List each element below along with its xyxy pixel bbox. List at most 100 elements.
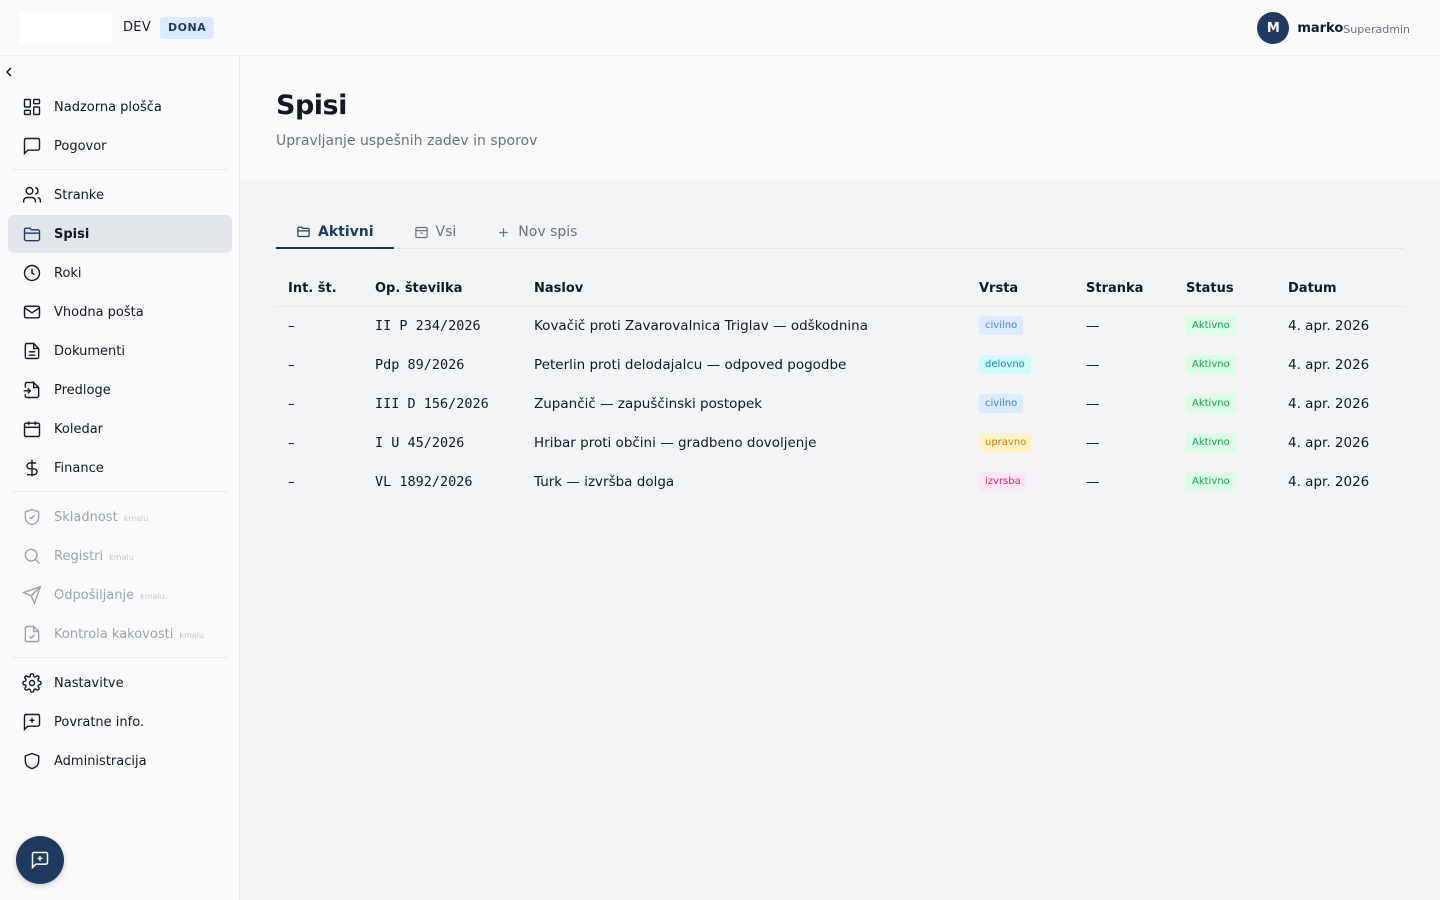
- gear-icon: [22, 673, 42, 693]
- table-header-row: Int. št. Op. številka Naslov Vrsta Stran…: [276, 272, 1404, 307]
- sidebar-item-label: Administracija: [54, 753, 147, 769]
- calendar-icon: [23, 421, 41, 438]
- environment-badge: DONA: [160, 17, 215, 39]
- type-badge: civilno: [979, 394, 1024, 413]
- environment-label: DEV: [123, 20, 152, 35]
- column-header[interactable]: Int. št.: [276, 272, 363, 307]
- sidebar-item-label: Roki: [54, 265, 82, 281]
- tab-label: Nov spis: [518, 224, 578, 240]
- sidebar-divider: [12, 491, 228, 492]
- chat-assistant-button[interactable]: [16, 836, 64, 884]
- sidebar-item-nastavitve[interactable]: Nastavitve: [8, 664, 232, 702]
- status-badge: Aktivno: [1186, 433, 1236, 452]
- sidebar-item-label: Finance: [54, 460, 104, 476]
- feedback-icon: [31, 851, 49, 870]
- cases-table: Int. št. Op. številka Naslov Vrsta Stran…: [276, 272, 1404, 501]
- tab-aktivni[interactable]: Aktivni: [276, 216, 394, 249]
- coming-soon-label: kmalu: [140, 592, 165, 601]
- cell-client: —: [1086, 395, 1100, 412]
- column-header[interactable]: Naslov: [522, 272, 967, 307]
- cell-date: 4. apr. 2026: [1288, 434, 1370, 451]
- cell-int-number: –: [288, 473, 295, 490]
- table-row[interactable]: – VL 1892/2026 Turk — izvršba dolga izvr…: [276, 462, 1404, 501]
- shield-check-icon: [24, 508, 40, 526]
- sidebar-item-vhodna-posta[interactable]: Vhodna pošta: [8, 293, 232, 331]
- sidebar-item-label: Nastavitve: [54, 675, 124, 691]
- sidebar-item-label: Spisi: [54, 226, 90, 242]
- table-row[interactable]: – Pdp 89/2026 Peterlin proti delodajalcu…: [276, 345, 1404, 384]
- logo[interactable]: [20, 12, 112, 44]
- table-row[interactable]: – III D 156/2026 Zupančič — zapuščinski …: [276, 384, 1404, 423]
- table-row[interactable]: – II P 234/2026 Kovačič proti Zavarovaln…: [276, 306, 1404, 345]
- user-menu[interactable]: M marko Superadmin: [1257, 12, 1410, 44]
- cell-title[interactable]: Zupančič — zapuščinski postopek: [522, 384, 967, 423]
- sidebar-item-odposiljanje: Odpošiljanje kmalu: [8, 576, 232, 614]
- cell-date: 4. apr. 2026: [1288, 395, 1370, 412]
- sidebar-item-pogovor[interactable]: Pogovor: [8, 127, 232, 165]
- sidebar-item-finance[interactable]: Finance: [8, 449, 232, 487]
- tab-nov-spis[interactable]: Nov spis: [476, 216, 597, 248]
- column-header[interactable]: Datum: [1276, 272, 1404, 307]
- sidebar-item-label: Predloge: [54, 382, 111, 398]
- sidebar-item-label: Pogovor: [54, 138, 107, 154]
- cell-client: —: [1086, 434, 1100, 451]
- cell-date: 4. apr. 2026: [1288, 317, 1370, 334]
- sidebar-item-nadzorna-plosca[interactable]: Nadzorna plošča: [8, 88, 232, 126]
- column-header[interactable]: Status: [1174, 272, 1276, 307]
- cell-int-number: –: [288, 434, 295, 451]
- column-header[interactable]: Op. številka: [363, 272, 522, 307]
- shield-icon: [24, 752, 40, 770]
- file-check-icon: [24, 625, 40, 643]
- search-icon: [24, 548, 41, 565]
- collapse-sidebar-icon[interactable]: [3, 66, 15, 78]
- sidebar-item-administracija[interactable]: Administracija: [8, 742, 232, 780]
- users-icon: [22, 186, 42, 203]
- cell-title[interactable]: Kovačič proti Zavarovalnica Triglav — od…: [522, 306, 967, 345]
- status-badge: Aktivno: [1186, 355, 1236, 374]
- column-header[interactable]: Stranka: [1074, 272, 1174, 307]
- sidebar-item-stranke[interactable]: Stranke: [8, 176, 232, 214]
- table-row[interactable]: – I U 45/2026 Hribar proti občini — grad…: [276, 423, 1404, 462]
- type-badge: izvrsba: [979, 472, 1027, 491]
- type-badge: delovno: [979, 355, 1031, 374]
- sidebar-item-label: Vhodna pošta: [54, 304, 144, 320]
- sidebar-divider: [12, 657, 228, 658]
- cell-op-number: Pdp 89/2026: [375, 356, 465, 373]
- cell-client: —: [1086, 473, 1100, 490]
- main-content: Spisi Upravljanje uspešnih zadev in spor…: [240, 56, 1440, 900]
- sidebar-item-label: Odpošiljanje: [54, 587, 135, 603]
- plus-icon: [499, 227, 509, 237]
- coming-soon-label: kmalu: [123, 514, 149, 523]
- top-bar: DEV DONA M marko Superadmin: [0, 0, 1440, 56]
- page-title: Spisi: [276, 90, 347, 121]
- cell-title[interactable]: Peterlin proti delodajalcu — odpoved pog…: [522, 345, 967, 384]
- sidebar-item-label: Nadzorna plošča: [54, 99, 162, 115]
- cell-title[interactable]: Turk — izvršba dolga: [522, 462, 967, 501]
- sidebar-item-predloge[interactable]: Predloge: [8, 371, 232, 409]
- folder-icon: [23, 227, 41, 242]
- avatar[interactable]: M: [1257, 12, 1290, 44]
- sidebar-nav: Nadzorna plošča Pogovor Stranke Spisi Ro…: [8, 88, 232, 781]
- sidebar-item-label: Koledar: [54, 421, 104, 437]
- status-badge: Aktivno: [1186, 472, 1236, 491]
- cell-op-number: III D 156/2026: [375, 395, 489, 412]
- sidebar-item-label: Dokumenti: [54, 343, 125, 359]
- sidebar-item-koledar[interactable]: Koledar: [8, 410, 232, 448]
- sidebar-item-spisi[interactable]: Spisi: [8, 215, 232, 253]
- user-role: Superadmin: [1343, 22, 1410, 36]
- sidebar-item-roki[interactable]: Roki: [8, 254, 232, 292]
- tab-vsi[interactable]: Vsi: [394, 216, 477, 248]
- dollar-icon: [26, 459, 38, 477]
- dashboard-icon: [23, 98, 41, 116]
- column-header[interactable]: Vrsta: [967, 272, 1074, 307]
- status-badge: Aktivno: [1186, 316, 1236, 336]
- sidebar-item-povratne-info[interactable]: Povratne info.: [8, 703, 232, 741]
- cell-op-number: VL 1892/2026: [375, 473, 473, 490]
- sidebar-item-dokumenti[interactable]: Dokumenti: [8, 332, 232, 370]
- coming-soon-label: kmalu: [109, 553, 134, 562]
- mail-icon: [23, 305, 41, 319]
- cell-title[interactable]: Hribar proti občini — gradbeno dovoljenj…: [522, 423, 967, 462]
- sidebar-item-label: Kontrola kakovosti: [54, 626, 174, 642]
- tab-label: Aktivni: [318, 223, 374, 240]
- page-subtitle: Upravljanje uspešnih zadev in sporov: [276, 133, 538, 149]
